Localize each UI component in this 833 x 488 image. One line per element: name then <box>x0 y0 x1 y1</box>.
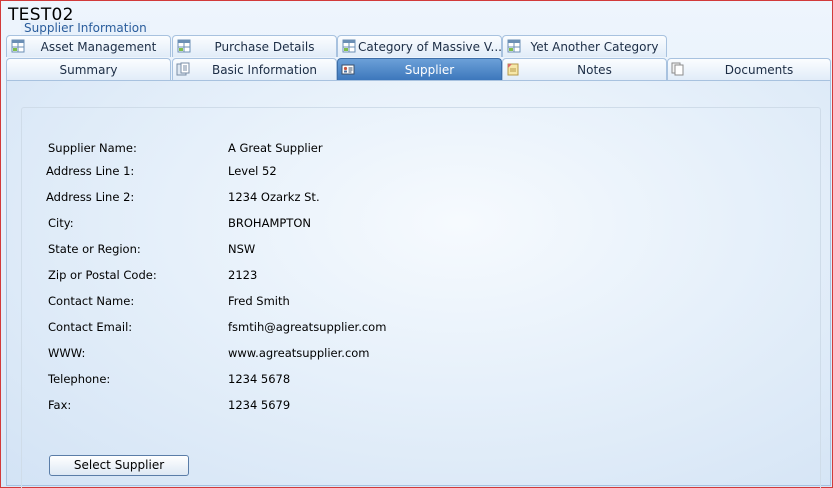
tab-asset-management[interactable]: Asset Management <box>6 35 171 57</box>
tab-supplier[interactable]: Supplier <box>337 58 502 80</box>
field-value-zip: 2123 <box>228 268 258 282</box>
tab-label: Summary <box>59 63 118 77</box>
tab-category-of-massive[interactable]: Category of Massive V... <box>337 35 502 57</box>
field-value-www: www.agreatsupplier.com <box>228 346 370 360</box>
select-supplier-button[interactable]: Select Supplier <box>49 455 189 476</box>
table-grid-icon <box>177 39 191 53</box>
tab-label: Documents <box>724 63 794 77</box>
tab-label: Category of Massive V... <box>358 40 501 54</box>
field-value-contact-email: fsmtih@agreatsupplier.com <box>228 320 387 334</box>
supplier-card-icon <box>341 64 355 75</box>
field-label-supplier-name: Supplier Name: <box>48 141 137 155</box>
field-label-contact-email: Contact Email: <box>48 320 133 334</box>
tab-label: Asset Management <box>40 40 157 54</box>
field-value-city: BROHAMPTON <box>228 216 311 230</box>
tab-label: Basic Information <box>211 63 318 77</box>
table-grid-icon <box>507 39 521 53</box>
field-value-fax: 1234 5679 <box>228 398 291 412</box>
tab-summary[interactable]: Summary <box>6 58 171 80</box>
note-icon <box>507 63 519 76</box>
tab-basic-information[interactable]: Basic Information <box>172 58 337 80</box>
supplier-information-group <box>21 107 821 488</box>
table-grid-icon <box>342 39 356 53</box>
tab-label: Purchase Details <box>214 40 315 54</box>
documents-icon <box>671 62 684 76</box>
tab-purchase-details[interactable]: Purchase Details <box>172 35 337 57</box>
field-value-address-line-1: Level 52 <box>228 164 277 178</box>
field-label-address-line-1: Address Line 1: <box>46 164 135 178</box>
field-value-telephone: 1234 5678 <box>228 372 291 386</box>
table-grid-icon <box>11 39 25 53</box>
tab-yet-another-category[interactable]: Yet Another Category <box>502 35 667 57</box>
field-value-address-line-2: 1234 Ozarkz St. <box>228 190 320 204</box>
tab-label: Supplier <box>404 63 455 77</box>
field-value-supplier-name: A Great Supplier <box>228 141 323 155</box>
field-value-contact-name: Fred Smith <box>228 294 290 308</box>
tab-notes[interactable]: Notes <box>502 58 667 80</box>
field-label-zip: Zip or Postal Code: <box>48 268 157 282</box>
section-legend: Supplier Information <box>21 21 150 35</box>
tab-label: Notes <box>577 63 612 77</box>
window-frame: TEST02 Asset Management Purchase Details… <box>0 0 833 488</box>
field-label-contact-name: Contact Name: <box>48 294 135 308</box>
tab-documents[interactable]: Documents <box>667 58 831 80</box>
field-value-state: NSW <box>228 242 256 256</box>
field-label-state: State or Region: <box>48 242 141 256</box>
field-label-address-line-2: Address Line 2: <box>46 190 135 204</box>
info-card-icon <box>176 62 190 76</box>
field-label-city: City: <box>48 216 74 230</box>
field-label-fax: Fax: <box>48 398 72 412</box>
field-label-telephone: Telephone: <box>48 372 111 386</box>
tab-label: Yet Another Category <box>530 40 659 54</box>
field-label-www: WWW: <box>48 346 86 360</box>
